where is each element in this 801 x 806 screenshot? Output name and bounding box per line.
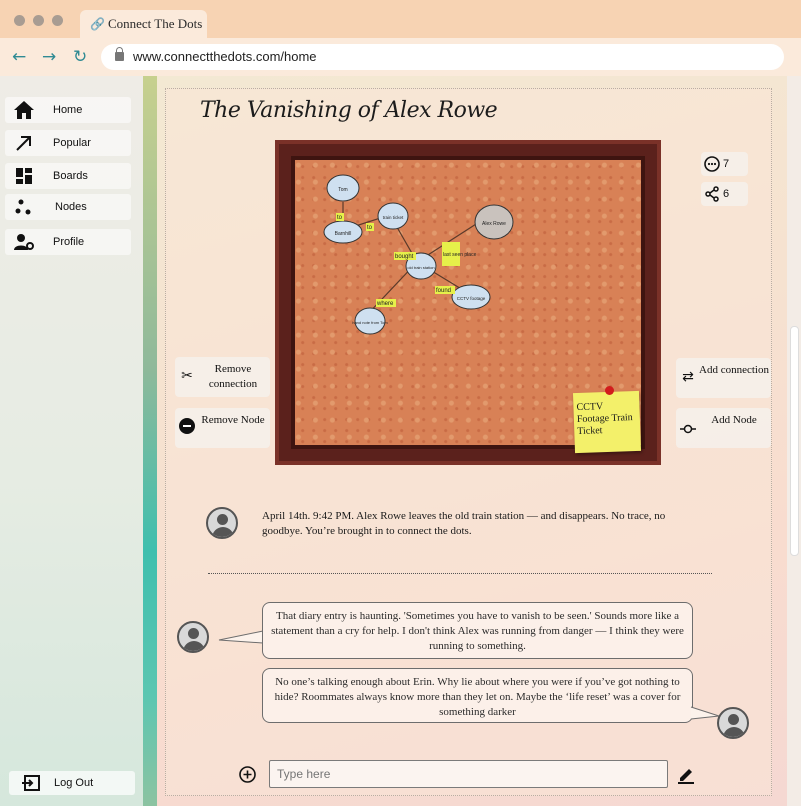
close-window-button[interactable] — [14, 15, 25, 26]
scrollbar-thumb[interactable] — [790, 326, 799, 556]
edge-label: to — [337, 215, 343, 221]
edge-label: where — [376, 301, 394, 307]
tab-title: Connect The Dots — [107, 16, 203, 31]
node-label: Tom — [338, 187, 347, 193]
trending-arrow-icon — [16, 136, 31, 151]
sidebar-item-label: Boards — [53, 170, 88, 182]
pushpin-icon — [605, 386, 614, 395]
node-label: Alex Rowe — [482, 221, 506, 227]
scissors-icon: ✂ — [181, 368, 193, 384]
sidebar-item-nodes[interactable]: Nodes — [5, 194, 131, 220]
decorative-strip — [143, 76, 157, 806]
comment-text: No one’s talking enough about Erin. Why … — [274, 676, 681, 718]
minimize-window-button[interactable] — [33, 15, 44, 26]
sticky-note-text: CCTV Footage Train Ticket — [576, 401, 633, 438]
share-count: 6 — [723, 188, 730, 200]
edit-pen-icon[interactable] — [677, 765, 695, 784]
node-label: hand note from Tom — [352, 320, 388, 325]
divider — [208, 573, 712, 574]
reload-icon[interactable]: ↻ — [73, 47, 87, 67]
url-text: www.connectthedots.com/home — [133, 49, 317, 64]
avatar[interactable] — [177, 621, 209, 653]
logout-icon — [22, 775, 40, 791]
sidebar-item-boards[interactable]: Boards — [5, 163, 131, 189]
sidebar-item-label: Home — [53, 104, 83, 116]
browser-titlebar: 🔗 Connect The Dots — [0, 0, 801, 38]
node-label: CCTV footage — [457, 296, 486, 301]
scrollbar[interactable] — [787, 76, 801, 806]
edge-label: found — [436, 288, 451, 294]
avatar[interactable] — [717, 707, 749, 739]
story-text: April 14th. 9:42 PM. Alex Rowe leaves th… — [262, 510, 666, 537]
commit-node-icon — [680, 424, 696, 434]
remove-node-button[interactable]: Remove Node — [175, 408, 270, 448]
edge-label: bought — [395, 254, 414, 260]
node-label: train ticket — [383, 215, 404, 220]
forward-arrow-icon[interactable]: → — [42, 47, 56, 67]
sticky-note[interactable]: CCTV Footage Train Ticket — [572, 390, 642, 454]
comment-bubble: That diary entry is haunting. 'Sometimes… — [262, 602, 693, 659]
edge-label: to — [367, 225, 373, 231]
comment-bubble-icon — [704, 156, 720, 172]
nodes-icon — [15, 199, 31, 215]
remove-connection-button[interactable]: ✂ Remove connection — [175, 357, 270, 397]
add-circle-icon[interactable] — [239, 766, 256, 783]
edge-label: last seen place — [443, 252, 477, 258]
dashboard-icon — [16, 168, 32, 184]
browser-tab[interactable]: 🔗 Connect The Dots — [80, 10, 207, 38]
logout-label: Log Out — [54, 777, 94, 789]
user-settings-icon — [14, 234, 34, 250]
share-icon — [705, 186, 719, 202]
add-node-button[interactable]: Add Node — [676, 408, 771, 448]
share-count-button[interactable]: 6 — [701, 182, 748, 206]
maximize-window-button[interactable] — [52, 15, 63, 26]
avatar[interactable] — [206, 507, 238, 539]
sidebar-item-label: Nodes — [55, 201, 87, 213]
home-icon — [14, 101, 34, 119]
sidebar-item-home[interactable]: Home — [5, 97, 131, 123]
sidebar-item-label: Popular — [53, 137, 91, 149]
add-connection-label: Add connection — [699, 364, 769, 376]
comments-count: 7 — [723, 158, 730, 170]
sidebar-item-popular[interactable]: Popular — [5, 130, 131, 156]
remove-connection-label: Remove connection — [208, 363, 258, 390]
node-label: Barnhill — [335, 231, 352, 237]
sidebar-item-profile[interactable]: Profile — [5, 229, 131, 255]
minus-circle-icon — [179, 418, 195, 434]
address-bar[interactable]: www.connectthedots.com/home — [101, 44, 784, 70]
bubble-tail — [218, 630, 264, 644]
remove-node-label: Remove Node — [201, 414, 265, 426]
swap-arrows-icon: ⇄ — [682, 369, 694, 385]
logout-button[interactable]: Log Out — [9, 771, 135, 795]
board-title: The Vanishing of Alex Rowe — [200, 98, 498, 123]
link-icon: 🔗 — [90, 17, 105, 31]
bubble-tail — [690, 706, 720, 720]
add-connection-button[interactable]: ⇄ Add connection — [676, 358, 771, 398]
comment-input[interactable] — [269, 760, 668, 788]
sidebar: Home Popular Boards Nodes Profile — [0, 76, 143, 806]
add-node-label: Add Node — [711, 414, 757, 426]
sidebar-item-label: Profile — [53, 236, 85, 248]
node-label: old train station — [407, 265, 434, 270]
lock-icon — [115, 47, 124, 61]
browser-toolbar: ← → ↻ www.connectthedots.com/home — [0, 38, 801, 76]
comment-bubble: No one’s talking enough about Erin. Why … — [262, 668, 693, 723]
back-arrow-icon[interactable]: ← — [12, 47, 26, 67]
comment-text: That diary entry is haunting. 'Sometimes… — [271, 610, 684, 652]
comments-count-button[interactable]: 7 — [701, 152, 748, 176]
